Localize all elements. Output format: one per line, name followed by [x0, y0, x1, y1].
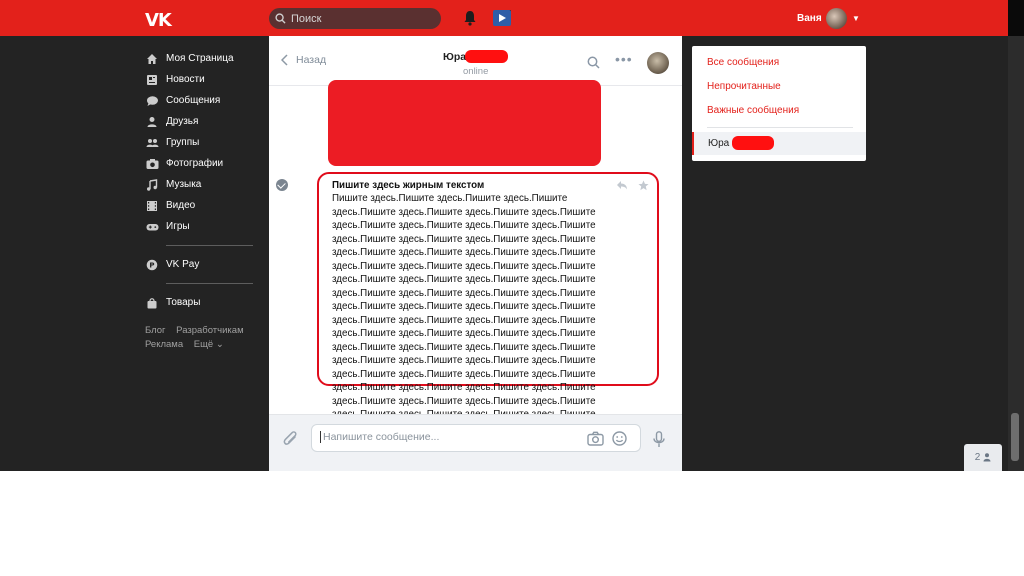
sidebar-item-label: Друзья — [166, 116, 199, 127]
peer-avatar[interactable] — [647, 52, 669, 74]
page-scrollbar-thumb[interactable] — [1011, 413, 1019, 461]
user-name[interactable]: Ваня — [797, 13, 822, 24]
active-conversation[interactable]: Юра — [692, 132, 866, 155]
redacted-surname — [732, 136, 774, 150]
message-input-box[interactable] — [311, 424, 641, 452]
camera-icon — [145, 157, 159, 171]
sidebar-item-label: Игры — [166, 221, 190, 232]
active-conversation-name: Юра — [708, 138, 730, 149]
message-input[interactable] — [320, 431, 580, 443]
messages-icon — [145, 94, 159, 108]
sidebar-item-label: Группы — [166, 137, 200, 148]
bell-icon[interactable] — [463, 10, 477, 26]
svg-text:P: P — [149, 261, 154, 269]
sidebar-item-games[interactable]: Игры — [145, 216, 257, 237]
check-icon[interactable] — [276, 179, 288, 191]
chat-panel: Назад Юра online ••• Пишите здесь жирным… — [269, 36, 682, 471]
footer-link-ads[interactable]: Реклама — [145, 339, 183, 350]
sidebar-item-messages[interactable]: Сообщения — [145, 90, 257, 111]
more-icon[interactable]: ••• — [615, 51, 633, 67]
composer — [269, 414, 682, 462]
star-icon[interactable] — [638, 180, 649, 191]
film-icon — [145, 199, 159, 213]
back-button[interactable]: Назад — [281, 54, 326, 66]
home-icon — [145, 52, 159, 66]
vk-pay-icon: P — [145, 258, 159, 272]
search-icon[interactable] — [587, 56, 600, 69]
sidebar-item-my-page[interactable]: Моя Страница — [145, 48, 257, 69]
video-icon[interactable] — [493, 10, 511, 26]
highlighted-message: Пишите здесь жирным текстом Пишите здесь… — [317, 172, 659, 434]
footer-link-blog[interactable]: Блог — [145, 325, 166, 336]
footer-links: Блог Разработчикам Реклама Ещё ⌄ — [145, 324, 252, 352]
sidebar-item-label: VK Pay — [166, 259, 200, 270]
sidebar-item-goods[interactable]: Товары — [145, 292, 257, 313]
sidebar-item-news[interactable]: Новости — [145, 69, 257, 90]
smile-icon[interactable] — [612, 431, 627, 446]
sidebar-item-photos[interactable]: Фотографии — [145, 153, 257, 174]
music-icon — [145, 178, 159, 192]
message-text: Пишите здесь.Пишите здесь.Пишите здесь.П… — [332, 193, 596, 434]
peer-name[interactable]: Юра — [443, 51, 466, 63]
footer-link-more[interactable]: Ещё ⌄ — [194, 339, 224, 350]
back-label: Назад — [296, 54, 327, 66]
chevron-left-icon — [281, 54, 288, 66]
sidebar-item-label: Новости — [166, 74, 205, 85]
message-title: Пишите здесь жирным текстом — [332, 180, 485, 191]
online-count: 2 — [974, 452, 981, 463]
sidebar-item-label: Товары — [166, 297, 201, 308]
chat-history: Назад Юра online ••• Пишите здесь жирным… — [269, 36, 682, 434]
sidebar-item-vk-pay[interactable]: P VK Pay — [145, 254, 257, 275]
friend-icon — [145, 115, 159, 129]
sidebar-item-label: Сообщения — [166, 95, 221, 106]
redacted-surname — [465, 50, 508, 63]
sidebar-item-groups[interactable]: Группы — [145, 132, 257, 153]
sidebar-item-label: Моя Страница — [166, 53, 234, 64]
chevron-down-icon[interactable]: ▼ — [852, 14, 860, 23]
gamepad-icon — [145, 220, 159, 234]
filter-divider — [707, 127, 853, 128]
menu-divider — [166, 245, 253, 246]
search-input[interactable]: Поиск — [269, 8, 441, 29]
shopping-bag-icon — [145, 296, 159, 310]
top-bar: VK Поиск Ваня ▼ — [0, 0, 1024, 36]
menu-divider — [166, 283, 253, 284]
page-scrollbar-track[interactable] — [1008, 36, 1024, 471]
sidebar-item-music[interactable]: Музыка — [145, 174, 257, 195]
person-icon — [983, 453, 991, 462]
reply-icon[interactable] — [616, 180, 628, 190]
sidebar-item-friends[interactable]: Друзья — [145, 111, 257, 132]
scrollbar-cap — [1008, 0, 1024, 36]
news-icon — [145, 73, 159, 87]
sidebar-item-label: Видео — [166, 200, 196, 211]
filter-unread[interactable]: Непрочитанные — [707, 81, 781, 92]
filter-important[interactable]: Важные сообщения — [707, 105, 799, 116]
peer-status: online — [463, 66, 489, 77]
filter-all-messages[interactable]: Все сообщения — [707, 57, 779, 68]
vk-logo[interactable]: VK — [145, 10, 172, 31]
groups-icon — [145, 136, 159, 150]
search-icon — [275, 13, 286, 24]
redacted-message — [328, 80, 601, 166]
vk-page: VK Поиск Ваня ▼ Моя Страница Новости Соо… — [0, 0, 1024, 471]
microphone-icon[interactable] — [653, 431, 665, 448]
search-placeholder: Поиск — [291, 12, 322, 25]
avatar[interactable] — [826, 8, 847, 29]
online-friends-badge[interactable]: 2 — [964, 444, 1002, 471]
message-actions — [616, 180, 649, 191]
left-menu: Моя Страница Новости Сообщения Друзья Гр… — [145, 48, 257, 313]
sidebar-item-label: Музыка — [166, 179, 202, 190]
footer-link-developers[interactable]: Разработчикам — [176, 325, 243, 336]
message-filters: Все сообщения Непрочитанные Важные сообщ… — [692, 46, 866, 161]
paperclip-icon[interactable] — [283, 430, 299, 448]
sidebar-item-label: Фотографии — [166, 158, 224, 169]
sidebar-item-video[interactable]: Видео — [145, 195, 257, 216]
camera-icon[interactable] — [587, 431, 604, 446]
